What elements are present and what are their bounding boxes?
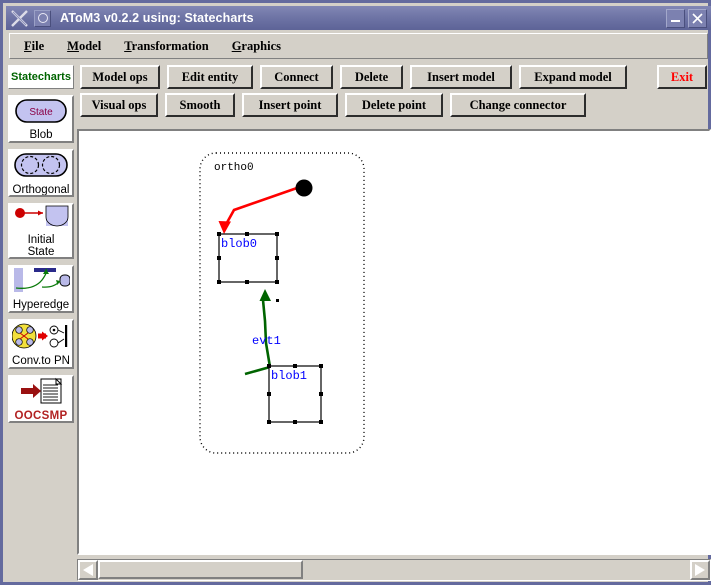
connect-button[interactable]: Connect	[260, 65, 333, 89]
ortho0-label: ortho0	[214, 162, 254, 174]
menu-bar: File Model Transformation Graphics	[9, 33, 708, 59]
palette-item-hyperedge[interactable]: Hyperedge	[8, 265, 74, 313]
scroll-right-arrow[interactable]	[690, 560, 710, 580]
exit-button[interactable]: Exit	[657, 65, 707, 89]
palette-item-oocsmp[interactable]: OOCSMP	[8, 375, 74, 423]
title-bar: AToM3 v0.2.2 using: Statecharts	[6, 6, 711, 30]
title-bar-buttons	[666, 8, 711, 28]
delete-point-button[interactable]: Delete point	[345, 93, 443, 117]
menu-item-model-label: odel	[78, 38, 102, 53]
bottom-left-filler	[6, 559, 77, 581]
window-title: AToM3 v0.2.2 using: Statecharts	[60, 11, 254, 25]
application-window: AToM3 v0.2.2 using: Statecharts File Mod…	[0, 0, 711, 585]
svg-text:State: State	[29, 107, 53, 118]
model-canvas[interactable]: ortho0 evt1 blob0 blob1	[77, 129, 711, 555]
menu-item-graphics[interactable]: Graphics	[223, 37, 290, 56]
window-menu-icon[interactable]	[34, 9, 51, 27]
toolbar-row-2: Visual ops Smooth Insert point Delete po…	[6, 91, 711, 119]
hyperedge-icon	[12, 267, 71, 299]
visual-ops-button[interactable]: Visual ops	[80, 93, 158, 117]
initial-state-icon	[12, 205, 70, 234]
delete-button[interactable]: Delete	[340, 65, 403, 89]
connector-point-marker[interactable]	[276, 299, 279, 302]
palette-item-initial-state-label: Initial State	[27, 233, 55, 258]
scroll-track[interactable]	[98, 560, 690, 580]
horizontal-scrollbar[interactable]	[77, 559, 711, 581]
evt1-transition[interactable]: evt1	[244, 289, 281, 376]
state-blob0[interactable]: blob0	[217, 232, 279, 284]
scroll-left-arrow[interactable]	[78, 560, 98, 580]
menu-item-model[interactable]: Model	[58, 37, 110, 56]
palette-item-blob[interactable]: State Blob	[8, 95, 74, 143]
entity-palette: State Blob Orthogonal Initial State Hype…	[8, 95, 74, 429]
title-bar-left-icons	[6, 9, 51, 28]
state-blob-icon: State	[14, 98, 68, 129]
oocsmp-export-icon	[13, 377, 69, 410]
smooth-button[interactable]: Smooth	[165, 93, 235, 117]
palette-item-hyperedge-label: Hyperedge	[12, 298, 70, 311]
menu-item-file[interactable]: File	[15, 37, 53, 56]
expand-model-button[interactable]: Expand model	[519, 65, 627, 89]
menu-item-file-label: ile	[31, 38, 45, 53]
orthogonal-icon	[13, 151, 69, 184]
convert-to-petrinet-icon	[11, 322, 70, 355]
blob0-label: blob0	[221, 237, 257, 251]
palette-item-oocsmp-label: OOCSMP	[14, 409, 68, 422]
edit-entity-button[interactable]: Edit entity	[167, 65, 253, 89]
scroll-thumb[interactable]	[98, 560, 303, 579]
palette-item-conv-to-pn-label: Conv.to PN	[12, 354, 70, 367]
initial-transition[interactable]	[218, 186, 298, 234]
blob1-label: blob1	[271, 369, 307, 383]
change-connector-button[interactable]: Change connector	[450, 93, 586, 117]
initial-state-node[interactable]	[295, 179, 313, 197]
x-logo-icon	[10, 9, 30, 28]
model-ops-button[interactable]: Model ops	[80, 65, 160, 89]
insert-model-button[interactable]: Insert model	[410, 65, 512, 89]
evt1-label: evt1	[252, 334, 281, 348]
toolbar-row-1: Statecharts Model ops Edit entity Connec…	[6, 63, 711, 91]
close-icon[interactable]	[688, 8, 707, 28]
palette-item-blob-label: Blob	[29, 128, 53, 141]
insert-point-button[interactable]: Insert point	[242, 93, 338, 117]
palette-item-orthogonal-label: Orthogonal	[12, 183, 70, 196]
palette-item-conv-to-pn[interactable]: Conv.to PN	[8, 319, 74, 369]
minimize-icon[interactable]	[666, 8, 685, 28]
palette-item-orthogonal[interactable]: Orthogonal	[8, 149, 74, 197]
menu-item-graphics-label: raphics	[241, 38, 282, 53]
formalism-name-label: Statecharts	[8, 65, 74, 89]
menu-item-transformation[interactable]: Transformation	[115, 37, 218, 56]
state-blob1[interactable]: blob1	[267, 364, 323, 424]
menu-item-transformation-label: ransformation	[131, 38, 209, 53]
palette-item-initial-state[interactable]: Initial State	[8, 203, 74, 259]
